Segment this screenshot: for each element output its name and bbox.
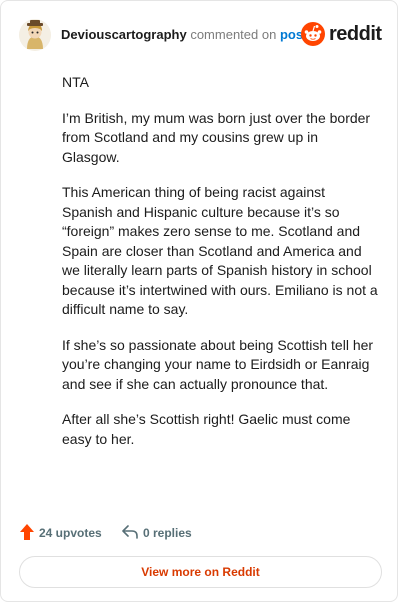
byline: Deviouscartography commented on post (61, 27, 307, 43)
username-link[interactable]: Deviouscartography (61, 27, 187, 42)
comment-paragraph: NTA (62, 74, 89, 90)
comment-body: NTA I’m British, my mum was born just ov… (62, 73, 378, 465)
reddit-logo-icon (301, 22, 325, 46)
reply-arrow-icon (122, 525, 138, 539)
commented-on-text: commented on (190, 27, 277, 42)
comment-header: Deviouscartography commented on post red… (19, 19, 382, 51)
reddit-wordmark: reddit (329, 23, 382, 45)
reddit-logo[interactable]: reddit (301, 19, 382, 49)
comment-footer: 24 upvotes 0 replies (19, 521, 379, 543)
comment-paragraph: If she’s so passionate about being Scott… (62, 336, 374, 392)
avatar[interactable] (19, 19, 51, 51)
comment-paragraph: This American thing of being racist agai… (62, 184, 378, 317)
comment-paragraph: I’m British, my mum was born just over t… (62, 109, 371, 165)
upvote-count: 24 upvotes (39, 526, 102, 540)
comment-paragraph: After all she’s Scottish right! Gaelic m… (62, 411, 351, 447)
upvote-arrow-icon (20, 524, 34, 540)
view-more-button[interactable]: View more on Reddit (19, 556, 382, 588)
reply-count: 0 replies (143, 526, 192, 540)
comment-embed-card: Deviouscartography commented on post red… (0, 0, 398, 602)
